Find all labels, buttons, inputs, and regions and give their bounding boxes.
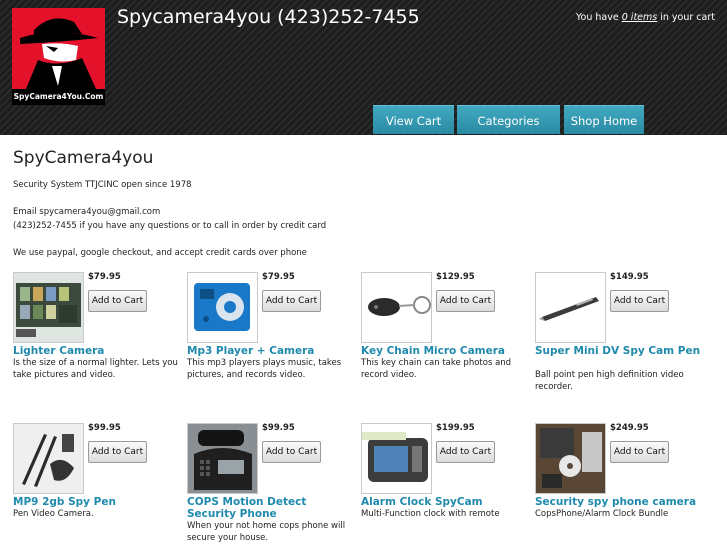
product-card: $99.95 Add to Cart MP9 2gb Spy Pen Pen V… [13, 423, 185, 545]
product-description: This mp3 players plays music, takes pict… [187, 358, 342, 380]
product-description: Pen Video Camera. [13, 509, 94, 519]
cart-suffix: in your cart [660, 12, 715, 23]
lighter-camera-icon [14, 273, 83, 342]
product-thumbnail[interactable] [13, 272, 84, 343]
product-description: When your not home cops phone will secur… [187, 521, 346, 543]
intro-line-company: Security System TTJCINC open since 1978 [13, 180, 192, 190]
categories-button[interactable]: Categories [457, 105, 560, 134]
product-card: $79.95 Add to Cart Lighter Camera Is the… [13, 272, 185, 397]
product-thumbnail[interactable] [535, 272, 606, 343]
product-thumbnail[interactable] [187, 423, 258, 494]
product-price: $79.95 [88, 272, 121, 282]
add-to-cart-button[interactable]: Add to Cart [88, 290, 147, 312]
product-name-link[interactable]: Lighter Camera [13, 345, 185, 357]
security-phone-icon [188, 424, 257, 493]
product-price: $99.95 [262, 423, 295, 433]
product-price: $79.95 [262, 272, 295, 282]
product-thumbnail[interactable] [13, 423, 84, 494]
spy-pen-kit-icon [14, 424, 83, 493]
alarm-clock-icon [362, 424, 431, 493]
product-card: $99.95 Add to Cart COPS Motion Detect Se… [187, 423, 359, 545]
add-to-cart-button[interactable]: Add to Cart [610, 290, 669, 312]
view-cart-button[interactable]: View Cart [373, 105, 454, 134]
product-price: $129.95 [436, 272, 475, 282]
product-card: $79.95 Add to Cart Mp3 Player + Camera T… [187, 272, 359, 397]
product-price: $149.95 [610, 272, 649, 282]
product-card: $249.95 Add to Cart Security spy phone c… [535, 423, 707, 545]
spy-pen-icon [536, 273, 605, 342]
product-thumbnail[interactable] [361, 272, 432, 343]
product-price: $199.95 [436, 423, 475, 433]
site-logo[interactable]: SpyCamera4You.Com [12, 8, 105, 105]
product-description: This key chain can take photos and recor… [361, 358, 512, 380]
cart-items-link[interactable]: 0 items [622, 12, 657, 23]
product-price: $99.95 [88, 423, 121, 433]
page-title: SpyCamera4you [13, 148, 154, 168]
intro-line-email: Email spycamera4you@gmail.com [13, 207, 161, 217]
intro-line-payment: We use paypal, google checkout, and acce… [13, 248, 307, 258]
add-to-cart-button[interactable]: Add to Cart [88, 441, 147, 463]
product-description: Ball point pen high definition video rec… [535, 370, 684, 392]
cart-summary: You have 0 items in your cart [576, 12, 715, 23]
product-description: Multi-Function clock with remote [361, 509, 500, 519]
add-to-cart-button[interactable]: Add to Cart [262, 290, 321, 312]
product-name-link[interactable]: Key Chain Micro Camera [361, 345, 533, 357]
product-price: $249.95 [610, 423, 649, 433]
product-name-link[interactable]: Super Mini DV Spy Cam Pen [535, 345, 707, 357]
product-card: $149.95 Add to Cart Super Mini DV Spy Ca… [535, 272, 707, 397]
key-chain-camera-icon [362, 273, 431, 342]
mp3-player-icon [188, 273, 257, 342]
spy-logo-icon [20, 18, 98, 89]
product-thumbnail[interactable] [187, 272, 258, 343]
add-to-cart-button[interactable]: Add to Cart [610, 441, 669, 463]
shop-home-button[interactable]: Shop Home [564, 105, 644, 134]
site-header: SpyCamera4You.Com Spycamera4you (423)252… [0, 0, 727, 135]
product-card: $129.95 Add to Cart Key Chain Micro Came… [361, 272, 533, 397]
product-name-link[interactable]: MP9 2gb Spy Pen [13, 496, 185, 508]
cart-prefix: You have [575, 12, 619, 23]
product-name-link[interactable]: Mp3 Player + Camera [187, 345, 359, 357]
product-name-link[interactable]: Security spy phone camera [535, 496, 707, 508]
product-thumbnail[interactable] [535, 423, 606, 494]
add-to-cart-button[interactable]: Add to Cart [262, 441, 321, 463]
intro-line-phone: (423)252-7455 if you have any questions … [13, 221, 327, 231]
product-name-link[interactable]: COPS Motion Detect Security Phone [187, 496, 359, 520]
add-to-cart-button[interactable]: Add to Cart [436, 441, 495, 463]
add-to-cart-button[interactable]: Add to Cart [436, 290, 495, 312]
logo-text: SpyCamera4You.Com [12, 89, 105, 105]
spy-phone-bundle-icon [536, 424, 605, 493]
product-name-link[interactable]: Alarm Clock SpyCam [361, 496, 533, 508]
product-card: $199.95 Add to Cart Alarm Clock SpyCam M… [361, 423, 533, 545]
product-thumbnail[interactable] [361, 423, 432, 494]
product-description: CopsPhone/Alarm Clock Bundle [535, 509, 669, 519]
product-description: Is the size of a normal lighter. Lets yo… [13, 358, 178, 380]
site-title[interactable]: Spycamera4you (423)252-7455 [117, 6, 420, 28]
